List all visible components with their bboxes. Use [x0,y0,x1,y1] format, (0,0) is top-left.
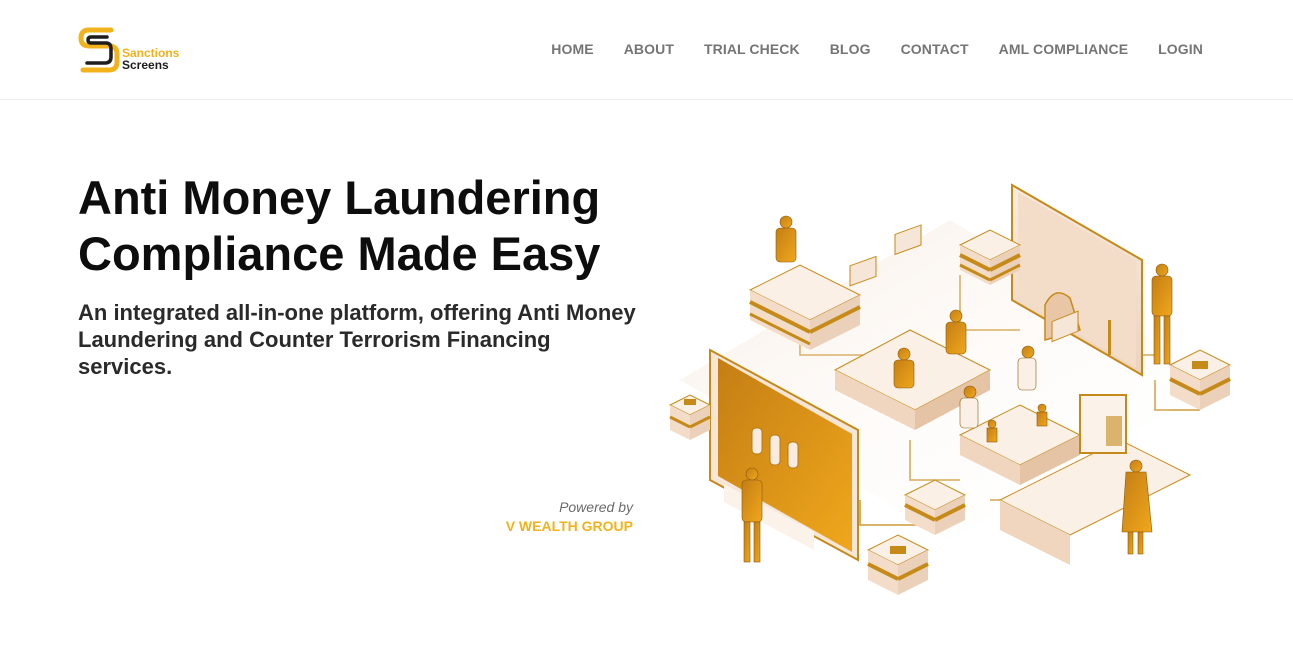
brand-name: Sanctions Screens [122,47,179,71]
logo-s-icon [78,27,120,73]
powered-by: Powered by V WEALTH GROUP [440,498,633,535]
main-nav: HOME ABOUT TRIAL CHECK BLOG CONTACT AML … [521,41,1203,57]
nav-about[interactable]: ABOUT [624,41,674,57]
hero-title-line-2: Compliance Made Easy [78,227,601,280]
brand-logo[interactable]: Sanctions Screens [77,24,187,76]
powered-by-company[interactable]: V WEALTH GROUP [440,517,633,535]
site-header: Sanctions Screens HOME ABOUT TRIAL CHECK… [0,0,1293,100]
hero-subtitle: An integrated all-in-one platform, offer… [78,300,636,379]
brand-line-2: Screens [122,58,169,72]
nav-contact[interactable]: CONTACT [901,41,969,57]
nav-aml-compliance[interactable]: AML COMPLIANCE [999,41,1128,57]
powered-by-label: Powered by [559,499,633,515]
nav-blog[interactable]: BLOG [830,41,871,57]
hero-title-line-1: Anti Money Laundering [78,171,601,224]
nav-home[interactable]: HOME [551,41,593,57]
nav-login[interactable]: LOGIN [1158,41,1203,57]
nav-trial-check[interactable]: TRIAL CHECK [704,41,800,57]
hero-title: Anti Money Laundering Compliance Made Ea… [78,170,658,282]
compliance-isometric-illustration [668,183,1232,595]
